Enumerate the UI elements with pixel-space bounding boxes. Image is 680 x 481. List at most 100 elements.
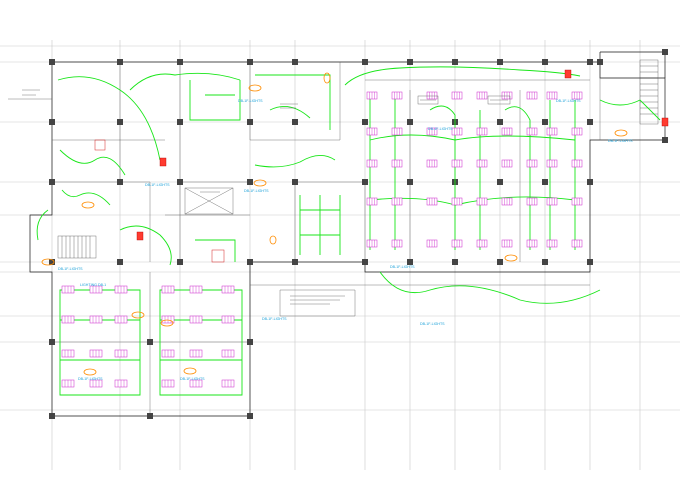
column — [247, 339, 253, 345]
light-fixture — [526, 159, 538, 168]
panel-db-3 — [564, 69, 572, 79]
light-fixture — [546, 159, 558, 168]
column — [147, 413, 153, 419]
column — [247, 179, 253, 185]
light-fixture — [89, 379, 103, 388]
column — [497, 259, 503, 265]
light-fixture — [526, 239, 538, 248]
column — [247, 119, 253, 125]
light-fixture — [476, 127, 488, 136]
column — [407, 59, 413, 65]
circuit-tag: DB-1F-LIGHTS — [58, 267, 83, 271]
column — [497, 59, 503, 65]
column — [247, 413, 253, 419]
light-fixture — [114, 349, 128, 358]
light-fixture — [571, 197, 583, 206]
column — [49, 339, 55, 345]
light-fixture — [426, 91, 438, 100]
light-fixture — [366, 197, 378, 206]
column — [407, 179, 413, 185]
zone-label: LIGHTING DB-1 — [80, 283, 106, 287]
light-fixture — [546, 127, 558, 136]
light-fixture — [89, 349, 103, 358]
light-fixture — [501, 159, 513, 168]
circuit-tag: DB-1F-LIGHTS — [78, 377, 103, 381]
column — [362, 259, 368, 265]
column — [117, 179, 123, 185]
light-fixture — [476, 197, 488, 206]
light-fixture — [571, 127, 583, 136]
light-fixture — [476, 91, 488, 100]
light-fixture — [451, 197, 463, 206]
light-fixture — [189, 379, 203, 388]
column — [452, 259, 458, 265]
light-fixture — [221, 349, 235, 358]
light-fixture — [391, 239, 403, 248]
circuit-tag: DB-1F-LIGHTS — [145, 183, 170, 187]
light-fixture — [391, 159, 403, 168]
panel-db-4 — [661, 117, 669, 127]
light-fixture — [221, 285, 235, 294]
circuit-tag: DB-1F-LIGHTS — [180, 377, 205, 381]
column — [597, 59, 603, 65]
light-fixture — [571, 159, 583, 168]
light-fixture — [161, 285, 175, 294]
light-fixture — [526, 91, 538, 100]
light-fixture — [501, 239, 513, 248]
light-fixture — [89, 285, 103, 294]
column — [117, 119, 123, 125]
panel-db-2 — [136, 231, 144, 241]
column — [49, 119, 55, 125]
column — [362, 59, 368, 65]
column — [407, 119, 413, 125]
light-fixture — [189, 315, 203, 324]
circuit-tag: DB-1F-LIGHTS — [420, 322, 445, 326]
light-fixture — [571, 239, 583, 248]
light-fixture — [189, 285, 203, 294]
light-fixture — [61, 285, 75, 294]
light-fixture — [61, 315, 75, 324]
column — [247, 59, 253, 65]
column — [49, 179, 55, 185]
light-fixture — [546, 197, 558, 206]
light-fixture — [426, 197, 438, 206]
light-fixture — [366, 159, 378, 168]
column — [452, 59, 458, 65]
column — [292, 179, 298, 185]
column — [147, 339, 153, 345]
floor-plan-drawing: DB-1F-LIGHTS DB-1F-LIGHTS DB-1F-LIGHTS D… — [0, 0, 680, 481]
light-fixture — [391, 197, 403, 206]
light-fixture — [526, 127, 538, 136]
light-fixture — [89, 315, 103, 324]
column — [662, 49, 668, 55]
light-fixture — [451, 127, 463, 136]
light-fixture — [61, 349, 75, 358]
light-fixture — [546, 91, 558, 100]
light-fixture — [501, 127, 513, 136]
column — [292, 59, 298, 65]
column — [542, 259, 548, 265]
column — [49, 59, 55, 65]
column — [49, 413, 55, 419]
column — [542, 119, 548, 125]
light-fixture — [546, 239, 558, 248]
light-fixture — [476, 239, 488, 248]
column — [177, 119, 183, 125]
light-fixture — [366, 239, 378, 248]
column — [117, 59, 123, 65]
panel-db-1 — [159, 157, 167, 167]
light-fixture — [426, 239, 438, 248]
column — [542, 179, 548, 185]
column — [292, 119, 298, 125]
circuit-tag: DB-1F-LIGHTS — [244, 189, 269, 193]
light-fixture — [391, 91, 403, 100]
light-fixture — [366, 127, 378, 136]
column — [587, 179, 593, 185]
light-fixture — [476, 159, 488, 168]
light-fixture — [571, 91, 583, 100]
circuit-tag: DB-1F-LIGHTS — [262, 317, 287, 321]
light-fixture — [161, 379, 175, 388]
light-fixture — [221, 315, 235, 324]
column — [362, 179, 368, 185]
light-fixture — [451, 91, 463, 100]
